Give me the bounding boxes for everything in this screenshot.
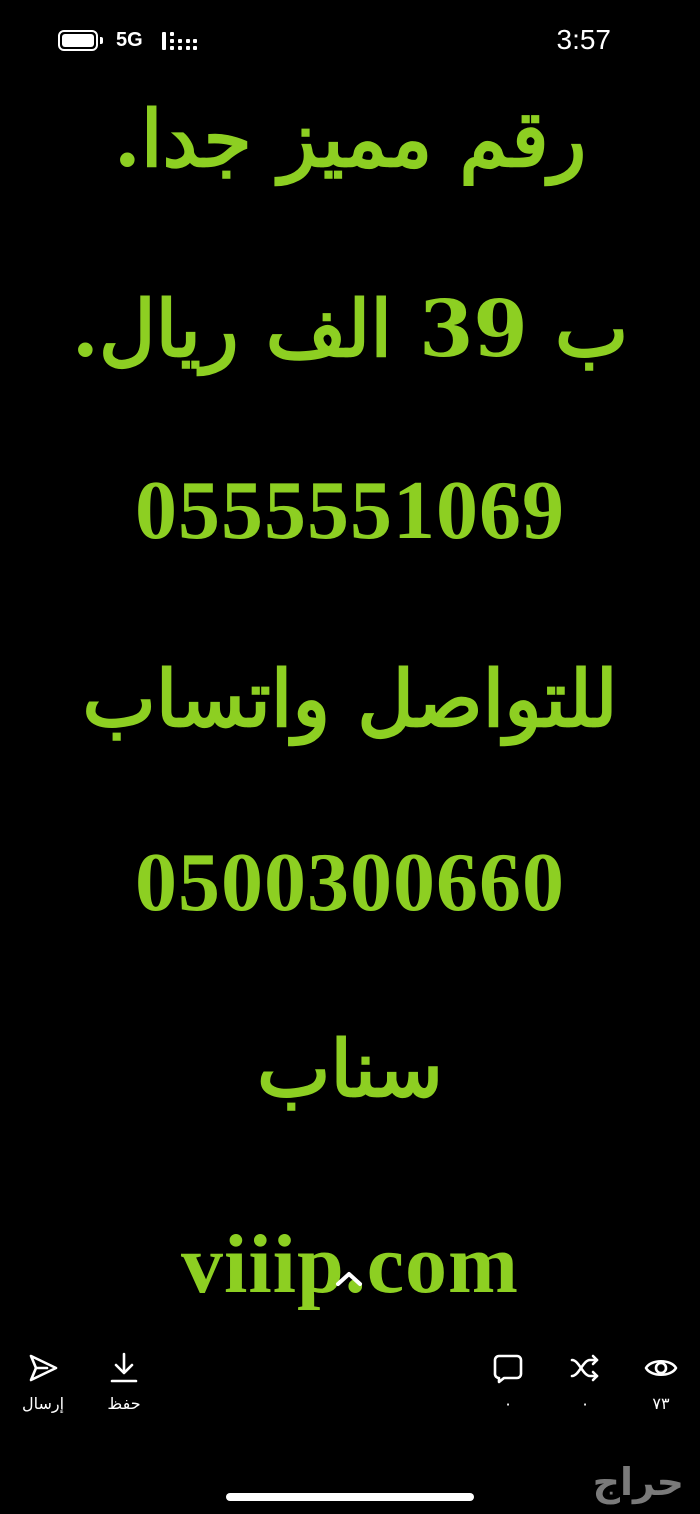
battery-icon — [58, 30, 98, 51]
signal-icon — [162, 32, 197, 50]
views-indicator: ٧٣ — [626, 1350, 696, 1413]
download-icon — [110, 1352, 138, 1383]
eye-icon — [644, 1359, 678, 1377]
post-line-headline: رقم مميز جدا. — [113, 94, 587, 185]
post-line-number: 0555551069 — [135, 464, 565, 557]
send-button[interactable]: إرسال — [8, 1350, 78, 1413]
post-line-snap: سناب — [256, 1024, 444, 1115]
share-button[interactable]: ٠ — [550, 1350, 620, 1413]
views-count: ٧٣ — [652, 1394, 670, 1413]
send-icon — [29, 1354, 58, 1382]
post-line-contact: للتواصل واتساب — [82, 654, 618, 745]
save-label: حفظ — [107, 1394, 141, 1413]
home-indicator[interactable] — [226, 1493, 474, 1501]
post-line-price: ب 39 الف ريال. — [71, 284, 629, 375]
shares-count: ٠ — [580, 1394, 590, 1413]
post-image: رقم مميز جدا. ب 39 الف ريال. 0555551069 … — [0, 84, 700, 1324]
save-button[interactable]: حفظ — [89, 1350, 159, 1413]
chevron-up-icon[interactable] — [334, 1268, 364, 1288]
comments-button[interactable]: ٠ — [473, 1350, 543, 1413]
status-bar: 5G 3:57 — [0, 0, 700, 84]
comments-count: ٠ — [503, 1394, 513, 1413]
send-label: إرسال — [21, 1394, 65, 1413]
clock: 3:57 — [556, 24, 612, 55]
comment-icon — [493, 1354, 523, 1384]
post-line-website: viiip.com — [181, 1218, 519, 1311]
network-type: 5G — [116, 29, 143, 51]
share-icon — [570, 1354, 599, 1382]
battery-tip — [100, 37, 103, 44]
post-line-whatsapp-number: 0500300660 — [135, 836, 565, 929]
haraj-logo: حراج — [592, 1460, 684, 1504]
action-bar: إرسال حفظ ٠ ٠ ٧٣ — [0, 1350, 700, 1440]
